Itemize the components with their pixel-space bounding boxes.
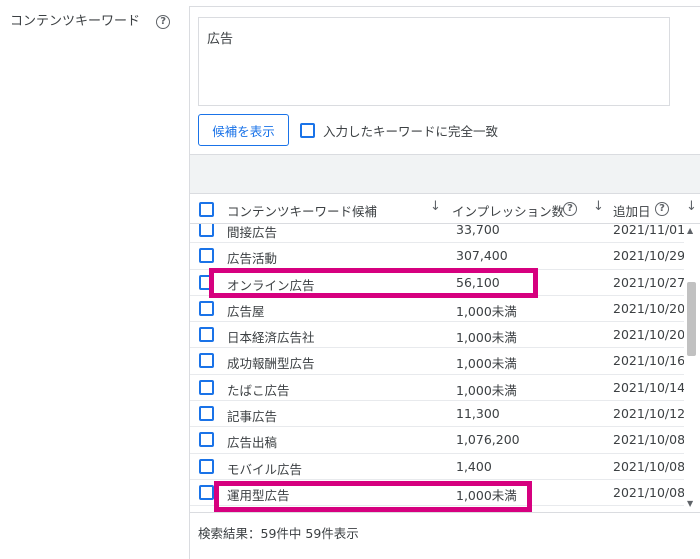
row-impressions: 1,000未満 <box>456 382 517 398</box>
table-row[interactable]: 記事広告 11,300 2021/10/12 <box>190 401 684 428</box>
row-checkbox[interactable] <box>199 300 214 316</box>
row-checkbox[interactable] <box>199 406 214 422</box>
row-keyword: 記事広告 <box>227 409 278 425</box>
row-keyword: 日本経済広告社 <box>227 330 315 346</box>
header-impressions[interactable]: インプレッション数 <box>452 201 564 220</box>
row-impressions: 11,300 <box>456 406 500 422</box>
table-row[interactable]: 成功報酬型広告 1,000未満 2021/10/16 <box>190 348 684 375</box>
highlight-box <box>209 268 538 298</box>
row-impressions: 1,000未満 <box>456 303 517 319</box>
result-count: 検索結果：59件中 59件表示 <box>190 512 700 553</box>
scroll-down-icon[interactable]: ▼ <box>687 499 693 508</box>
help-icon[interactable]: ? <box>563 202 577 216</box>
row-date-added: 2021/10/14 <box>613 379 684 395</box>
table-row[interactable]: たばこ広告 1,000未満 2021/10/14 <box>190 375 684 402</box>
row-date-added: 2021/10/08 <box>613 458 684 474</box>
table-row[interactable]: 広告屋 1,000未満 2021/10/20 <box>190 296 684 323</box>
scrollbar-thumb[interactable] <box>687 282 696 356</box>
table-row[interactable]: 広告活動 307,400 2021/10/29 <box>190 243 684 270</box>
row-date-added: 2021/10/20 <box>613 300 684 316</box>
help-icon[interactable]: ? <box>156 14 171 29</box>
row-date-added: 2021/10/20 <box>613 327 684 343</box>
sort-arrow-icon[interactable]: ↓ <box>430 199 441 214</box>
table-row[interactable]: 広告出稿 1,076,200 2021/10/08 <box>190 427 684 454</box>
exact-match-option[interactable]: 入力したキーワードに完全一致 <box>300 121 498 140</box>
table-row[interactable]: 間接広告 33,700 2021/11/01 <box>190 224 684 244</box>
row-impressions: 1,000未満 <box>456 330 517 346</box>
exact-match-label: 入力したキーワードに完全一致 <box>323 124 499 139</box>
row-date-added: 2021/10/29 <box>613 248 684 264</box>
toolbar-area <box>190 154 700 194</box>
show-candidates-button[interactable]: 候補を表示 <box>198 114 289 146</box>
row-checkbox[interactable] <box>199 379 214 395</box>
sort-arrow-icon[interactable]: ↓ <box>686 199 697 214</box>
header-date-added[interactable]: 追加日 <box>613 201 651 220</box>
row-checkbox[interactable] <box>199 458 214 474</box>
table-row[interactable]: 日本経済広告社 1,000未満 2021/10/20 <box>190 322 684 349</box>
row-date-added: 2021/10/12 <box>613 406 684 422</box>
row-checkbox[interactable] <box>199 224 214 237</box>
exact-match-checkbox[interactable] <box>300 123 315 138</box>
row-checkbox[interactable] <box>199 248 214 264</box>
row-keyword: 広告出稿 <box>227 435 278 451</box>
row-impressions: 307,400 <box>456 248 508 264</box>
row-keyword: 広告活動 <box>227 251 278 267</box>
sort-arrow-icon[interactable]: ↓ <box>593 199 604 214</box>
section-label: コンテンツキーワード ? <box>10 10 171 29</box>
highlight-box <box>214 481 532 512</box>
row-impressions: 1,000未満 <box>456 356 517 372</box>
table-header: コンテンツキーワード候補 ↓ インプレッション数 ? ↓ 追加日 ? ↓ <box>190 194 700 224</box>
row-date-added: 2021/10/08 <box>613 432 684 448</box>
row-date-added: 2021/11/01 <box>613 224 684 237</box>
help-icon[interactable]: ? <box>655 202 669 216</box>
row-impressions: 1,076,200 <box>456 432 520 448</box>
keyword-textarea[interactable]: 広告 <box>198 17 670 106</box>
section-label-text: コンテンツキーワード <box>10 14 141 29</box>
table-row[interactable]: モバイル広告 1,400 2021/10/08 <box>190 454 684 480</box>
row-impressions: 1,400 <box>456 458 492 474</box>
row-checkbox[interactable] <box>199 484 214 500</box>
scroll-up-icon[interactable]: ▲ <box>687 226 693 235</box>
row-impressions: 33,700 <box>456 224 500 237</box>
row-date-added: 2021/10/27 <box>613 274 684 290</box>
row-keyword: 広告屋 <box>227 303 265 319</box>
select-all-checkbox[interactable] <box>199 202 214 217</box>
row-keyword: 間接広告 <box>227 225 278 240</box>
row-keyword: 成功報酬型広告 <box>227 356 315 372</box>
row-checkbox[interactable] <box>199 432 214 448</box>
row-checkbox[interactable] <box>199 327 214 343</box>
table-body: 間接広告 33,700 2021/11/01 広告活動 307,400 2021/10/2… <box>190 224 684 510</box>
row-date-added: 2021/10/16 <box>613 353 684 369</box>
row-checkbox[interactable] <box>199 353 214 369</box>
row-date-added: 2021/10/08 <box>613 484 684 500</box>
scrollbar[interactable]: ▲ ▼ <box>684 224 700 510</box>
row-keyword: モバイル広告 <box>227 461 303 477</box>
row-keyword: たばこ広告 <box>227 382 290 398</box>
header-keyword[interactable]: コンテンツキーワード候補 <box>227 201 377 220</box>
